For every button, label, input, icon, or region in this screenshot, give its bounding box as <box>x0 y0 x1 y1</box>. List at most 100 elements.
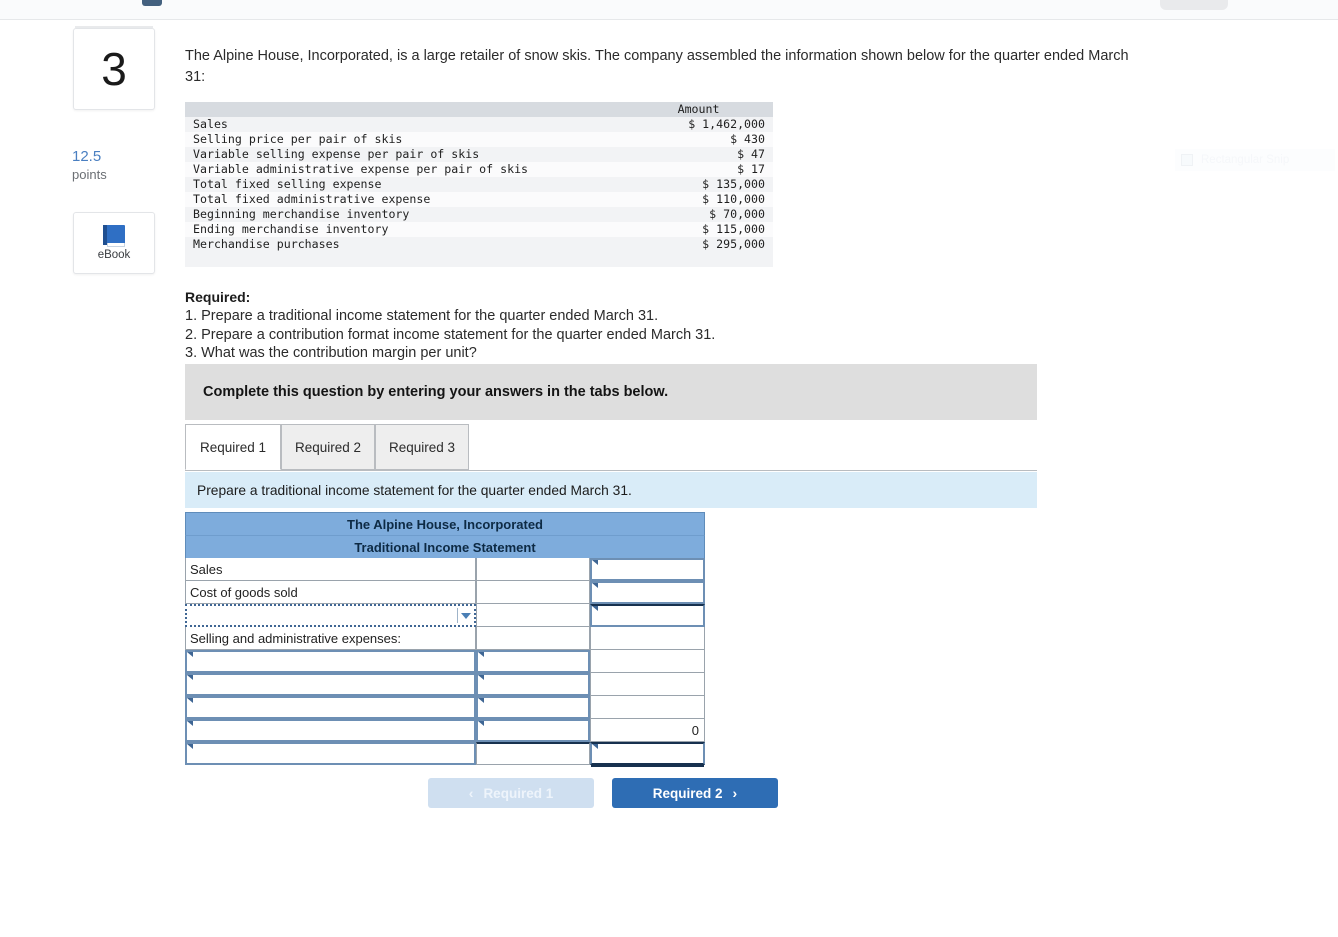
row-label: Total fixed selling expense <box>193 177 382 191</box>
given-data-table: Amount Sales $ 1,462,000 Selling price pe… <box>185 102 773 267</box>
answer-label-input[interactable] <box>185 650 476 673</box>
tab-required-3[interactable]: Required 3 <box>375 424 469 470</box>
points-block: 12.5 points <box>72 148 172 183</box>
chevron-left-icon: ‹ <box>468 785 474 801</box>
answer-label-input[interactable] <box>185 673 476 696</box>
answer-grid-title-company: The Alpine House, Incorporated <box>185 512 705 535</box>
answer-grid-row <box>185 604 705 627</box>
answer-right-input[interactable] <box>590 558 705 581</box>
complete-question-text: Complete this question by entering your … <box>203 384 669 400</box>
answer-row-label: Sales <box>185 558 476 581</box>
required-item-2: 2. Prepare a contribution format income … <box>185 326 716 343</box>
row-amount: $ 17 <box>737 162 765 176</box>
tab-required-1[interactable]: Required 1 <box>185 424 281 470</box>
answer-right-input[interactable] <box>590 604 705 627</box>
rectangular-snip-label: Rectangular Snip <box>1201 154 1290 166</box>
answer-mid-blank[interactable] <box>476 627 590 650</box>
row-amount: $ 115,000 <box>702 222 765 236</box>
browser-tab-stub[interactable] <box>1160 0 1228 10</box>
answer-mid-input[interactable] <box>476 673 590 696</box>
answer-row-right-cell: 0 <box>590 719 705 742</box>
next-requirement-button[interactable]: Required 2 › <box>612 778 778 808</box>
tab-required-1-label: Required 1 <box>199 439 267 455</box>
row-amount: $ 70,000 <box>709 207 765 221</box>
row-label: Variable administrative expense per pair… <box>193 162 529 176</box>
row-amount: $ 135,000 <box>702 177 765 191</box>
answer-grid-title-statement: Traditional Income Statement <box>185 535 705 558</box>
answer-grid-row <box>185 673 705 696</box>
chevron-right-icon: › <box>732 785 738 801</box>
given-data-table-body: Sales $ 1,462,000 Selling price per pair … <box>185 117 773 252</box>
complete-question-banner: Complete this question by entering your … <box>185 364 1037 420</box>
answer-mid-input[interactable] <box>476 650 590 673</box>
answer-label-input[interactable] <box>185 696 476 719</box>
answer-row-right-cell <box>590 673 705 696</box>
column-header-amount: Amount <box>650 102 773 117</box>
browser-top-chrome <box>0 0 1338 20</box>
row-amount: $ 47 <box>737 147 765 161</box>
answer-mid-blank[interactable] <box>476 604 590 627</box>
tab-required-2[interactable]: Required 2 <box>281 424 375 470</box>
answer-row-mid-cell <box>476 558 590 581</box>
answer-mid-input[interactable] <box>476 696 590 719</box>
answer-mid-input[interactable] <box>476 719 590 742</box>
prev-requirement-button[interactable]: ‹ Required 1 <box>428 778 594 808</box>
answer-right-blank[interactable] <box>590 696 705 719</box>
required-section: Required: 1. Prepare a traditional incom… <box>185 288 945 363</box>
question-sidebar: 3 12.5 points eBook <box>0 20 180 937</box>
answer-right-blank[interactable] <box>590 650 705 673</box>
row-amount: $ 295,000 <box>702 237 765 251</box>
answer-row-mid-cell <box>476 742 590 765</box>
answer-row-label-cell: Sales <box>185 558 476 581</box>
answer-row-label-cell: Selling and administrative expenses: <box>185 627 476 650</box>
answer-right-value[interactable]: 0 <box>590 719 705 742</box>
tab-instruction-banner: Prepare a traditional income statement f… <box>185 472 1037 508</box>
given-data-table-head: Amount <box>185 102 773 117</box>
answer-grid-row: Selling and administrative expenses: <box>185 627 705 650</box>
given-data-table-foot <box>185 252 773 267</box>
table-row: Variable selling expense per pair of ski… <box>185 147 773 162</box>
row-label: Total fixed administrative expense <box>193 192 431 206</box>
answer-row-right-cell <box>590 742 705 765</box>
answer-right-blank[interactable] <box>590 673 705 696</box>
answer-row-label-cell <box>185 604 476 627</box>
table-row: Sales $ 1,462,000 <box>185 117 773 132</box>
table-row: Ending merchandise inventory $ 115,000 <box>185 222 773 237</box>
question-number: 3 <box>101 43 127 95</box>
answer-label-input[interactable] <box>185 719 476 742</box>
column-header-label <box>185 102 651 117</box>
requirement-tabs: Required 1 Required 2 Required 3 <box>185 424 1037 472</box>
answer-mid-blank[interactable] <box>476 558 590 581</box>
tab-required-3-label: Required 3 <box>388 439 456 455</box>
required-item-1: 1. Prepare a traditional income statemen… <box>185 308 659 324</box>
answer-row-label-cell <box>185 719 476 742</box>
account-dropdown[interactable] <box>185 604 476 627</box>
answer-label-input[interactable] <box>185 742 476 765</box>
ebook-button[interactable]: eBook <box>73 212 155 274</box>
answer-mid-blank[interactable] <box>476 581 590 604</box>
table-row: Selling price per pair of skis $ 430 <box>185 132 773 147</box>
answer-row-mid-cell <box>476 581 590 604</box>
answer-row-mid-cell <box>476 650 590 673</box>
answer-row-mid-cell <box>476 696 590 719</box>
answer-mid-blank[interactable] <box>476 742 590 765</box>
row-label: Beginning merchandise inventory <box>193 207 410 221</box>
answer-right-input[interactable] <box>590 581 705 604</box>
table-row: Beginning merchandise inventory $ 70,000 <box>185 207 773 222</box>
answer-row-mid-cell <box>476 627 590 650</box>
answer-row-mid-cell <box>476 604 590 627</box>
answer-total-input[interactable] <box>590 742 705 765</box>
book-icon <box>103 225 125 247</box>
answer-grid-row: Sales <box>185 558 705 581</box>
answer-row-mid-cell <box>476 719 590 742</box>
table-row: Variable administrative expense per pair… <box>185 162 773 177</box>
next-requirement-label: Required 2 <box>652 785 723 801</box>
row-label: Selling price per pair of skis <box>193 132 403 146</box>
row-amount: $ 1,462,000 <box>688 117 765 131</box>
dropdown-separator <box>457 608 458 623</box>
table-header-row: Amount <box>185 102 773 117</box>
rectangular-snip-overlay[interactable]: Rectangular Snip <box>1175 149 1335 171</box>
answer-right-blank[interactable] <box>590 627 705 650</box>
answer-row-label-cell: Cost of goods sold <box>185 581 476 604</box>
answer-row-right-cell <box>590 581 705 604</box>
